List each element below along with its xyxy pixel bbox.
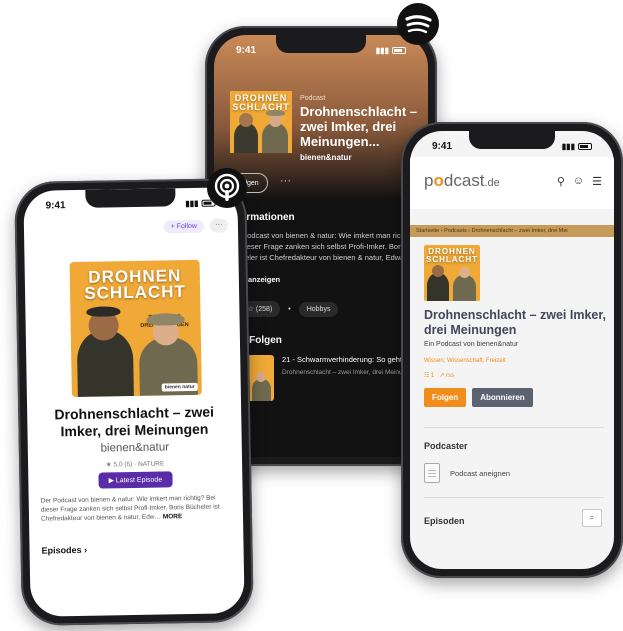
podcast-cover[interactable]: DROHNEN SCHLACHT	[230, 91, 292, 153]
search-icon[interactable]: ⚲	[557, 175, 565, 188]
cover-person-right-hat	[146, 313, 185, 326]
apple-podcasts-phone: 9:41 ▮▮▮ + Follow ··· DROHNEN SCHLACHT Z…	[14, 178, 254, 626]
spotify-meta: Podcast Drohnenschlacht – zwei Imker, dr…	[300, 95, 418, 162]
cover-title-line2: SCHLACHT	[426, 254, 478, 264]
user-icon[interactable]: ☺	[573, 175, 584, 188]
cover-person-left-cap	[86, 306, 121, 317]
podcast-de-phone: 9:41 ▮▮▮ podcast.de ⚲ ☺ ☰ Startseite › P…	[401, 122, 623, 578]
more-options-icon[interactable]: ···	[209, 218, 229, 233]
podcast-author[interactable]: bienen&natur	[28, 440, 242, 456]
status-time: 9:41	[45, 199, 66, 212]
podcast-cover[interactable]: DROHNEN SCHLACHT ZWEI IMKER DREI MEINUNG…	[69, 259, 202, 398]
episode-search-button[interactable]: ⌕	[582, 509, 602, 527]
podcast-counts: ☷ 1 ↗ rss	[424, 372, 454, 379]
apple-screen: 9:41 ▮▮▮ + Follow ··· DROHNEN SCHLACHT Z…	[23, 187, 245, 617]
subscribe-button[interactable]: Abonnieren	[472, 388, 533, 407]
status-icons: ▮▮▮	[376, 46, 406, 55]
podcast-title: Drohnenschlacht – zwei Imker, drei Meinu…	[300, 104, 418, 149]
divider	[424, 427, 604, 428]
status-time: 9:41	[432, 140, 453, 152]
spotify-waves-icon	[405, 15, 432, 34]
cover-title-line2: SCHLACHT	[84, 282, 186, 303]
claim-label: Podcast aneignen	[450, 468, 511, 478]
episode-count: ☷ 1	[424, 373, 435, 379]
phone-notch	[469, 131, 555, 149]
signal-icon: ▮▮▮	[185, 198, 199, 208]
header-icons: ⚲ ☺ ☰	[557, 175, 602, 188]
apple-podcasts-logo-icon	[207, 168, 247, 208]
logo-dcast: dcast	[443, 171, 485, 190]
more-link[interactable]: MORE	[163, 513, 183, 520]
episodes-link[interactable]: Episodes ›	[41, 545, 87, 556]
description-text: Der Podcast von bienen & natur: Wie imke…	[228, 231, 417, 273]
podcast-broadcast-icon	[214, 173, 240, 201]
status-icons: ▮▮▮	[562, 142, 592, 151]
podcast-de-screen: 9:41 ▮▮▮ podcast.de ⚲ ☺ ☰ Startseite › P…	[410, 131, 614, 569]
episodes-heading: Episoden	[424, 516, 465, 526]
status-time: 9:41	[236, 44, 257, 56]
episode-row[interactable]: 21 - Schwarmverhinderung: So geht's Droh…	[228, 355, 420, 401]
podcaster-heading: Podcaster	[424, 441, 468, 451]
podcast-by-line[interactable]: Ein Podcast von bienen&natur	[424, 341, 518, 348]
battery-icon	[392, 46, 406, 54]
phone-notch	[85, 188, 176, 208]
episode-title: 21 - Schwarmverhinderung: So geht's	[282, 355, 408, 364]
category-chip[interactable]: Hobbys	[298, 301, 339, 317]
action-buttons: Folgen Abonnieren	[424, 388, 533, 407]
follow-button[interactable]: + Follow	[163, 219, 205, 234]
more-options-icon[interactable]: ···	[280, 175, 291, 187]
battery-icon	[578, 142, 592, 150]
menu-icon[interactable]: ☰	[592, 175, 602, 188]
logo-de: .de	[484, 177, 500, 189]
claim-podcast-link[interactable]: Podcast aneignen	[424, 463, 510, 483]
cover-publisher-logo: bienen natur	[161, 382, 198, 392]
podcast-categories[interactable]: Wissen, Wissenschaft, Freizeit	[424, 358, 506, 364]
episode-text: 21 - Schwarmverhinderung: So geht's Droh…	[282, 355, 417, 401]
type-label: Podcast	[300, 95, 326, 102]
follow-button[interactable]: Folgen	[424, 388, 467, 407]
divider	[424, 497, 604, 498]
podcast-title: Drohnenschlacht – zwei Imker, drei Meinu…	[424, 308, 607, 337]
site-logo[interactable]: podcast.de	[424, 171, 500, 191]
logo-o: o	[433, 171, 444, 190]
podcast-title: Drohnenschlacht – zwei Imker, drei Meinu…	[54, 403, 215, 440]
signal-icon: ▮▮▮	[375, 45, 389, 55]
podcast-description: Der Podcast von bienen & natur: Wie imke…	[41, 493, 233, 524]
spotify-logo-icon	[397, 3, 439, 45]
phone-notch	[276, 35, 366, 53]
episode-subtitle: Drohnenschlacht – zwei Imker, drei Meinu…	[282, 369, 418, 377]
latest-episode-button[interactable]: ▶ Latest Episode	[98, 471, 173, 489]
rss-link[interactable]: ↗ rss	[439, 372, 454, 379]
signal-icon: ▮▮▮	[561, 141, 575, 151]
chip-separator: •	[288, 305, 291, 313]
podcast-description: Der Podcast von bienen & natur: Wie imke…	[228, 231, 418, 285]
podcast-cover[interactable]: DROHNEN SCHLACHT	[424, 245, 480, 301]
document-icon	[424, 463, 440, 483]
breadcrumb[interactable]: Startseite › Podcasts › Drohnenschlacht …	[410, 225, 614, 237]
rating-info: ★ 5,0 (6) · NATURE	[105, 460, 165, 469]
description-text: Der Podcast von bienen & natur: Wie imke…	[40, 494, 220, 523]
cover-title-line2: SCHLACHT	[232, 101, 290, 112]
